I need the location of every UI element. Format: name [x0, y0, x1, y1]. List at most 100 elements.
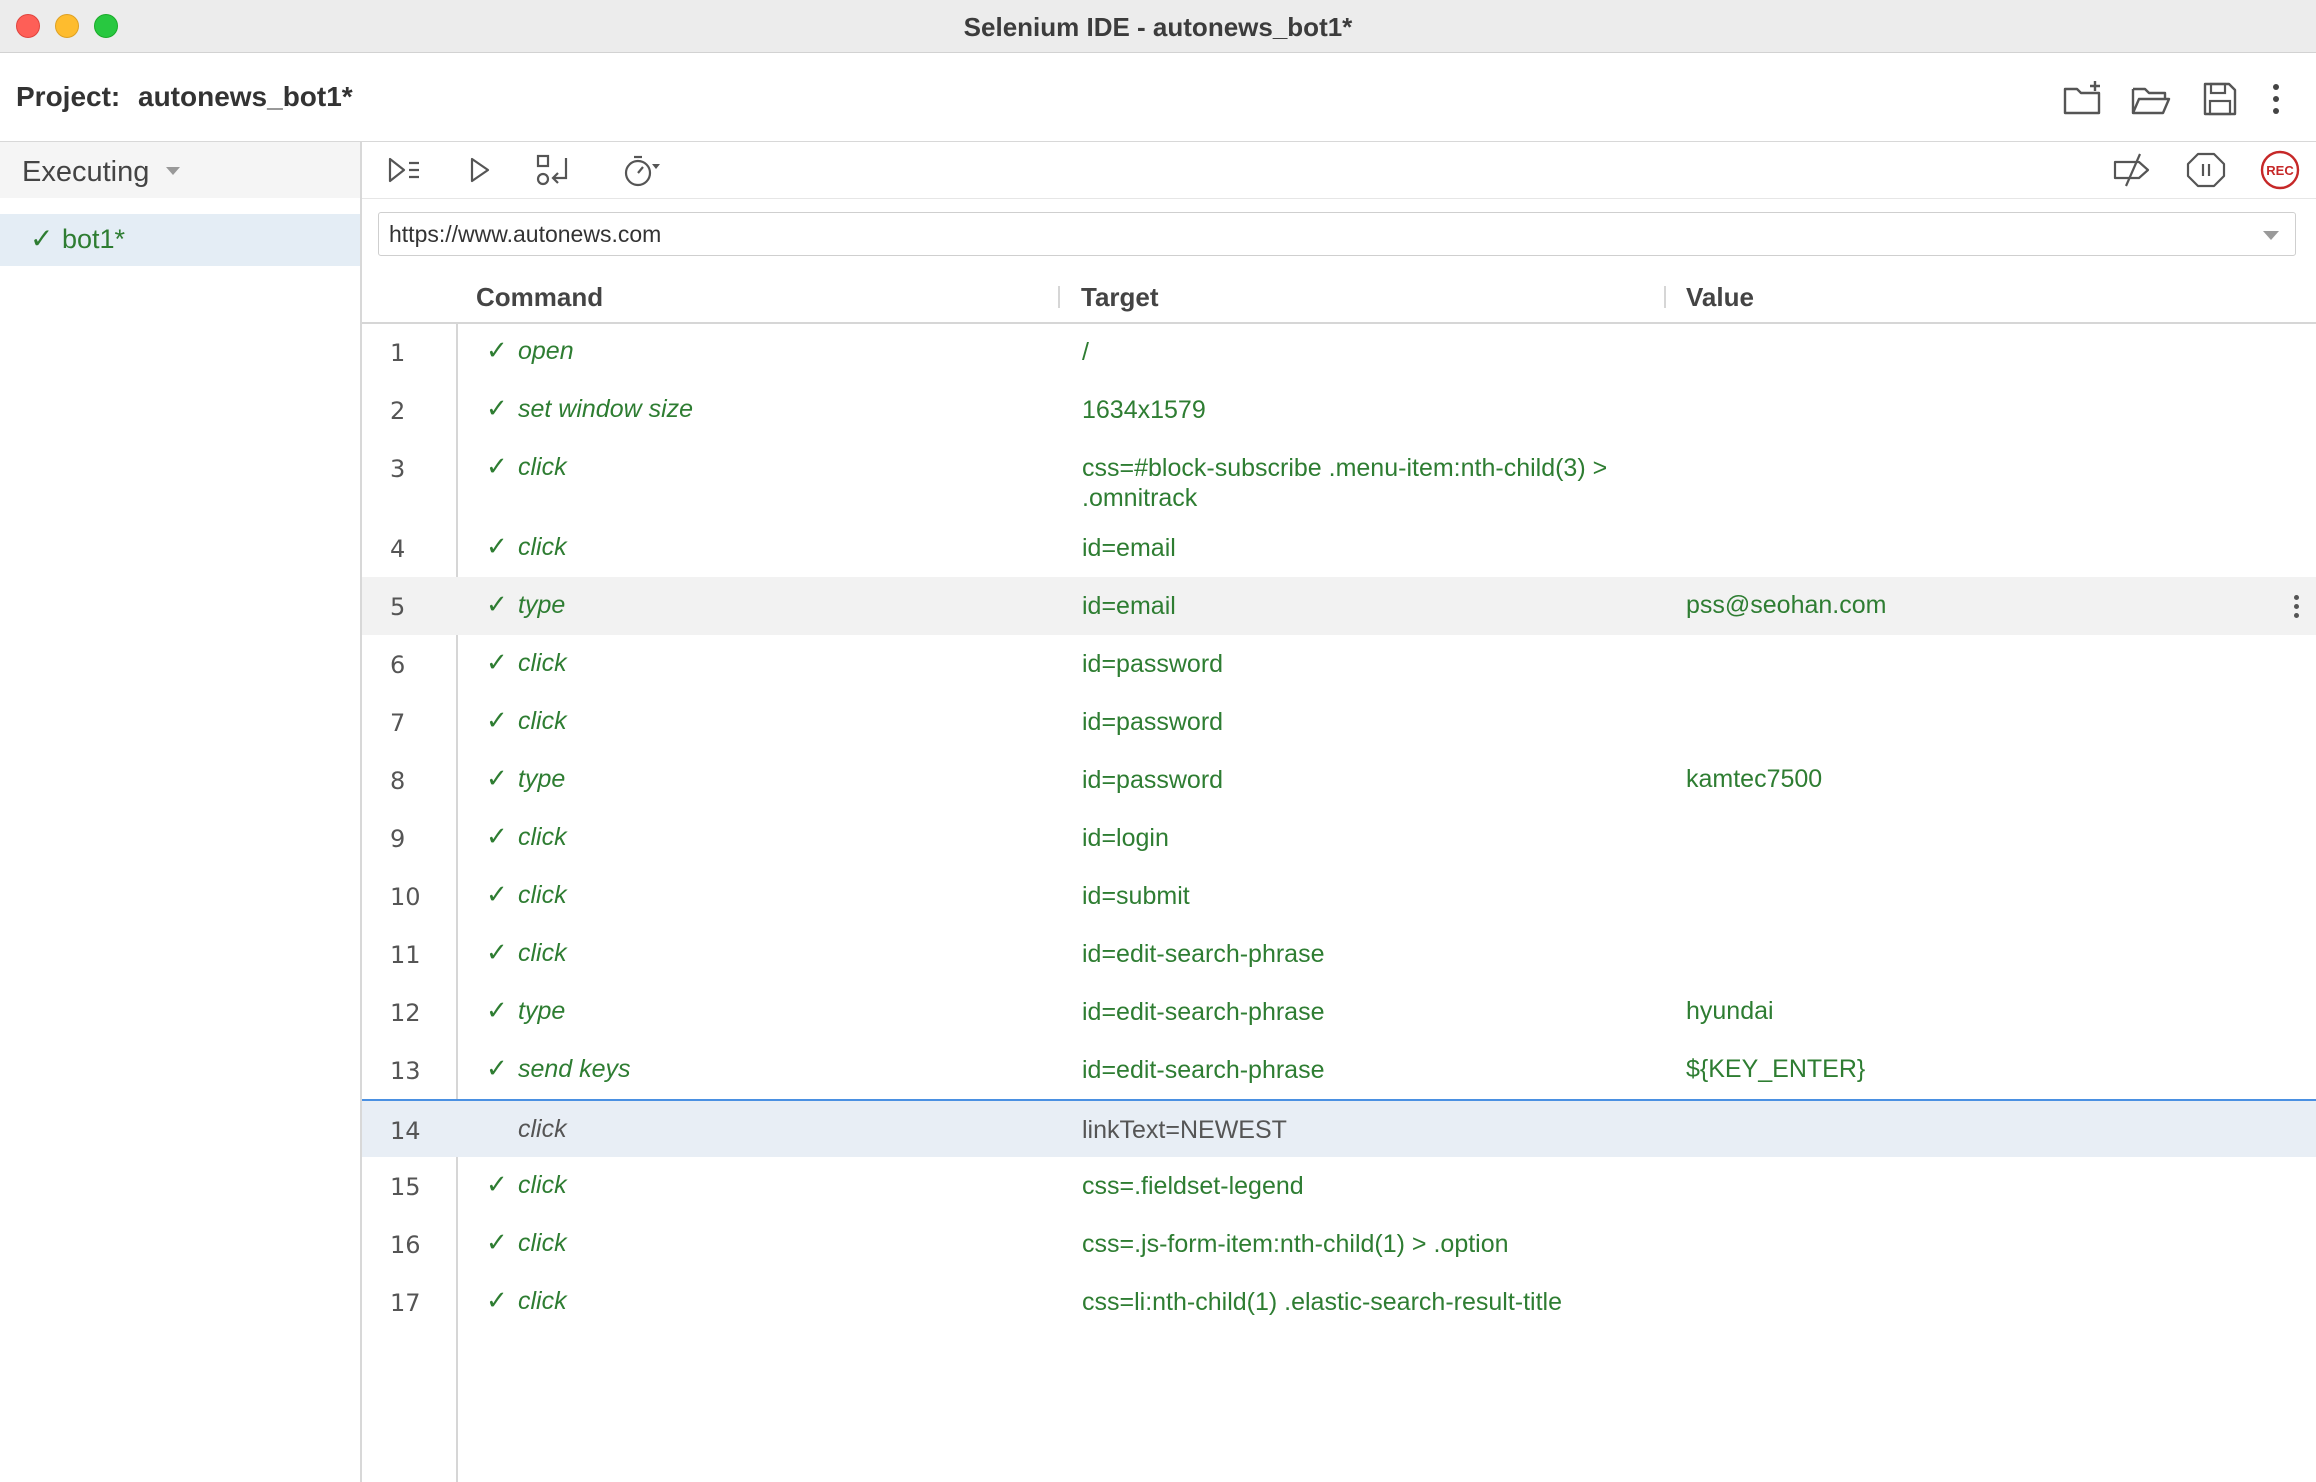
pause-exceptions-icon[interactable] [2184, 148, 2228, 192]
row-more-icon[interactable] [2294, 595, 2300, 622]
command-cell[interactable]: click [518, 1229, 567, 1258]
target-cell[interactable]: css=.js-form-item:nth-child(1) > .option [1082, 1229, 1682, 1259]
command-cell[interactable]: click [518, 453, 567, 482]
value-cell[interactable]: hyundai [1686, 997, 1774, 1026]
table-row[interactable]: 8 ✓ type id=password kamtec7500 [362, 751, 2316, 809]
speed-icon[interactable] [618, 148, 662, 192]
row-number[interactable]: 10 [390, 883, 421, 911]
target-cell[interactable]: id=edit-search-phrase [1082, 939, 1682, 969]
table-row[interactable]: 7 ✓ click id=password [362, 693, 2316, 751]
project-label: Project: [16, 81, 121, 112]
target-cell[interactable]: id=password [1082, 649, 1682, 679]
table-row[interactable]: 4 ✓ click id=email [362, 519, 2316, 577]
check-icon: ✓ [486, 1169, 508, 1199]
command-cell[interactable]: set window size [518, 395, 693, 424]
row-number[interactable]: 8 [390, 767, 405, 795]
command-cell[interactable]: type [518, 765, 565, 794]
project-name[interactable]: autonews_bot1* [138, 81, 353, 113]
command-cell[interactable]: click [518, 1287, 567, 1316]
more-icon[interactable] [2256, 77, 2300, 121]
target-cell[interactable]: 1634x1579 [1082, 395, 1682, 425]
check-icon: ✓ [486, 763, 508, 793]
column-resize-handle[interactable] [1058, 286, 1060, 308]
base-url-value[interactable]: https://www.autonews.com [389, 221, 661, 248]
target-cell[interactable]: id=email [1082, 533, 1682, 563]
executing-dropdown[interactable]: Executing [22, 156, 149, 189]
command-cell[interactable]: click [518, 1171, 567, 1200]
value-cell[interactable]: kamtec7500 [1686, 765, 1822, 794]
target-cell[interactable]: id=password [1082, 707, 1682, 737]
row-number[interactable]: 15 [390, 1173, 421, 1201]
table-row[interactable]: 14 click linkText=NEWEST [362, 1099, 2316, 1157]
table-row[interactable]: 16 ✓ click css=.js-form-item:nth-child(1) >… [362, 1215, 2316, 1273]
disable-breakpoints-icon[interactable] [2110, 148, 2154, 192]
row-number[interactable]: 11 [390, 941, 421, 969]
row-number[interactable]: 3 [390, 455, 405, 483]
table-row[interactable]: 17 ✓ click css=li:nth-child(1) .elastic-sea… [362, 1273, 2316, 1331]
row-number[interactable]: 13 [390, 1057, 421, 1085]
check-icon: ✓ [486, 1227, 508, 1257]
row-number[interactable]: 7 [390, 709, 405, 737]
command-cell[interactable]: send keys [518, 1055, 631, 1084]
base-url-input[interactable]: https://www.autonews.com [378, 212, 2296, 256]
command-cell[interactable]: type [518, 591, 565, 620]
record-icon[interactable]: REC [2258, 148, 2302, 192]
target-cell[interactable]: id=email [1082, 591, 1682, 621]
check-icon: ✓ [486, 451, 508, 481]
test-name: bot1* [62, 224, 126, 254]
run-icon[interactable] [458, 148, 502, 192]
target-cell[interactable]: id=edit-search-phrase [1082, 1055, 1682, 1085]
table-row[interactable]: 12 ✓ type id=edit-search-phrase hyundai [362, 983, 2316, 1041]
row-number[interactable]: 2 [390, 397, 405, 425]
commands-table-header: Command Target Value [362, 270, 2316, 324]
target-cell[interactable]: id=edit-search-phrase [1082, 997, 1682, 1027]
command-cell[interactable]: click [518, 881, 567, 910]
row-number[interactable]: 16 [390, 1231, 421, 1259]
table-row[interactable]: 5 ✓ type id=email pss@seohan.com [362, 577, 2316, 635]
row-number[interactable]: 9 [390, 825, 405, 853]
target-cell[interactable]: id=login [1082, 823, 1682, 853]
table-row[interactable]: 15 ✓ click css=.fieldset-legend [362, 1157, 2316, 1215]
value-cell[interactable]: pss@seohan.com [1686, 591, 1886, 620]
save-project-icon[interactable] [2198, 77, 2242, 121]
table-row[interactable]: 3 ✓ click css=#block-subscribe .menu-item:n… [362, 439, 2316, 519]
command-cell[interactable]: click [518, 707, 567, 736]
row-number[interactable]: 12 [390, 999, 421, 1027]
new-project-icon[interactable] [2060, 77, 2104, 121]
table-row[interactable]: 11 ✓ click id=edit-search-phrase [362, 925, 2316, 983]
step-over-icon[interactable] [532, 148, 576, 192]
command-cell[interactable]: click [518, 823, 567, 852]
table-row[interactable]: 10 ✓ click id=submit [362, 867, 2316, 925]
chevron-down-icon[interactable] [2263, 231, 2279, 240]
target-cell[interactable]: css=#block-subscribe .menu-item:nth-chil… [1082, 453, 1682, 513]
row-number[interactable]: 5 [390, 593, 405, 621]
run-all-icon[interactable] [384, 148, 428, 192]
command-cell[interactable]: open [518, 337, 574, 366]
row-number[interactable]: 4 [390, 535, 405, 563]
command-cell[interactable]: click [518, 1115, 567, 1144]
target-cell[interactable]: css=.fieldset-legend [1082, 1171, 1682, 1201]
command-cell[interactable]: click [518, 533, 567, 562]
target-cell[interactable]: css=li:nth-child(1) .elastic-search-resu… [1082, 1287, 1682, 1317]
target-cell[interactable]: id=password [1082, 765, 1682, 795]
open-project-icon[interactable] [2128, 77, 2172, 121]
test-item-bot1[interactable]: ✓ bot1* [0, 214, 360, 266]
value-cell[interactable]: ${KEY_ENTER} [1686, 1055, 1865, 1084]
target-cell[interactable]: id=submit [1082, 881, 1682, 911]
target-cell[interactable]: / [1082, 337, 1682, 367]
table-row[interactable]: 6 ✓ click id=password [362, 635, 2316, 693]
row-number[interactable]: 14 [390, 1117, 421, 1145]
command-cell[interactable]: click [518, 649, 567, 678]
row-number[interactable]: 6 [390, 651, 405, 679]
table-row[interactable]: 2 ✓ set window size 1634x1579 [362, 381, 2316, 439]
command-cell[interactable]: type [518, 997, 565, 1026]
command-cell[interactable]: click [518, 939, 567, 968]
table-row[interactable]: 9 ✓ click id=login [362, 809, 2316, 867]
row-number[interactable]: 1 [390, 339, 405, 367]
column-resize-handle[interactable] [1664, 286, 1666, 308]
table-row[interactable]: 13 ✓ send keys id=edit-search-phrase ${KEY_E… [362, 1041, 2316, 1099]
chevron-down-icon[interactable] [166, 167, 180, 175]
row-number[interactable]: 17 [390, 1289, 421, 1317]
table-row[interactable]: 1 ✓ open / [362, 323, 2316, 381]
target-cell[interactable]: linkText=NEWEST [1082, 1115, 1682, 1145]
